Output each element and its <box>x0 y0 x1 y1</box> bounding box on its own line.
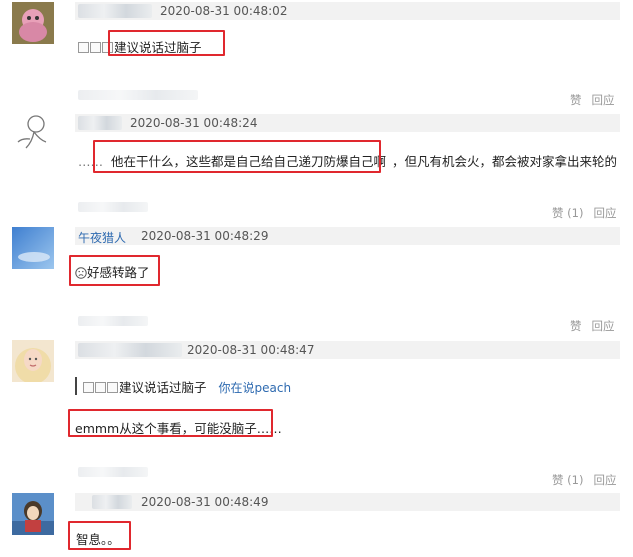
reply-button[interactable]: 回应 <box>592 319 615 333</box>
avatar[interactable] <box>12 227 54 269</box>
emoji-placeholder-icon <box>107 382 118 393</box>
reply-button[interactable]: 回应 <box>593 206 616 220</box>
comment-actions: 赞 (1) 回应 <box>552 205 616 221</box>
comment-actions: 赞回应 <box>570 318 615 334</box>
like-button[interactable]: 赞 <box>570 319 582 333</box>
like-button[interactable]: 赞 <box>570 93 582 107</box>
comment-time: 2020-08-31 00:48:02 <box>160 4 288 18</box>
comment-time: 2020-08-31 00:48:29 <box>141 229 269 243</box>
comment-actions: 赞 (1) 回应 <box>552 472 616 488</box>
blurred-username <box>78 4 152 18</box>
avatar[interactable] <box>12 112 54 154</box>
like-button[interactable]: 赞 (1) <box>552 206 583 220</box>
avatar[interactable] <box>12 340 54 382</box>
blurred-meta <box>78 467 148 477</box>
quoted-text: 建议说话过脑子 <box>119 380 207 395</box>
comment-time: 2020-08-31 00:48:47 <box>187 343 315 357</box>
avatar[interactable] <box>12 2 54 44</box>
avatar[interactable] <box>12 493 54 535</box>
emoji-placeholder-icon <box>90 42 101 53</box>
highlight-box <box>68 409 273 437</box>
reply-button[interactable]: 回应 <box>592 93 615 107</box>
highlight-box <box>69 255 160 286</box>
blurred-meta <box>78 316 148 326</box>
comment-time: 2020-08-31 00:48:49 <box>141 495 269 509</box>
emoji-placeholder-icon <box>95 382 106 393</box>
emoji-placeholder-icon <box>78 42 89 53</box>
highlight-box <box>108 30 225 56</box>
meta-band <box>75 2 620 20</box>
comment-time: 2020-08-31 00:48:24 <box>130 116 258 130</box>
blurred-meta <box>78 90 198 100</box>
reply-button[interactable]: 回应 <box>593 473 616 487</box>
highlight-box <box>93 140 381 173</box>
emoji-placeholder-icon <box>83 382 94 393</box>
comment-actions: 赞回应 <box>570 92 615 108</box>
comment-text-continued: ，但凡有机会火，都会被对家拿出来轮的 <box>392 154 618 169</box>
blurred-meta <box>78 202 148 212</box>
like-button[interactable]: 赞 (1) <box>552 473 583 487</box>
blurred-username <box>78 116 122 130</box>
blurred-username <box>92 495 132 509</box>
quoted-comment: 建议说话过脑子 你在说peach <box>75 377 291 395</box>
quoted-author-link[interactable]: 你在说peach <box>219 381 292 395</box>
username-link[interactable]: 午夜猎人 <box>78 229 126 246</box>
highlight-box <box>68 521 131 550</box>
blurred-username <box>78 343 182 357</box>
